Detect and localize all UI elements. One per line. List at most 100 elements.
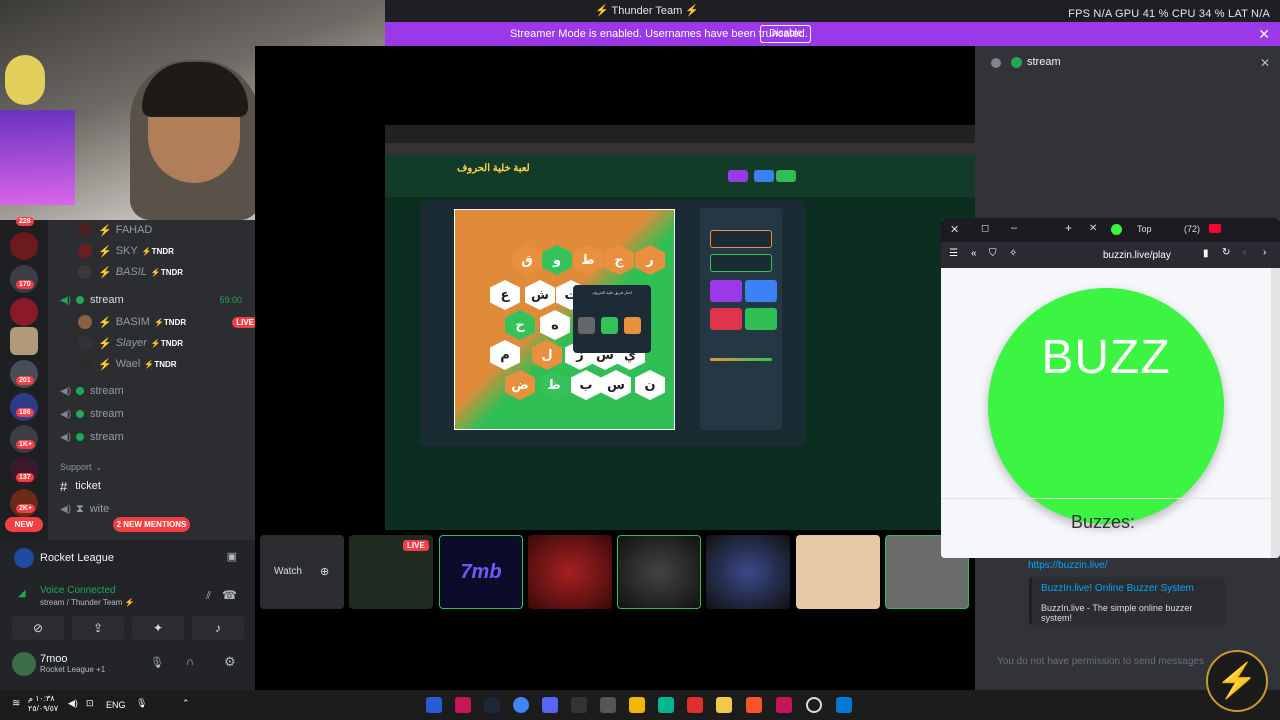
disconnect-icon[interactable]: ☎ [222,588,237,602]
hex-cell[interactable]: ح [505,310,535,340]
embed-title[interactable]: BuzzIn.live! Online Buzzer System [1041,583,1194,594]
shield-app-icon[interactable] [426,697,442,713]
server-icon[interactable] [10,232,38,260]
voice-channel-stream[interactable]: ◀) stream [60,427,250,447]
stream-thumbnail[interactable]: 7mb [439,535,523,609]
stream-thumbnail[interactable] [706,535,790,609]
voice-channel-wite[interactable]: ◀) ⧗ wite [60,499,250,519]
scrollbar[interactable] [1271,268,1280,558]
hex-cell[interactable]: ر [635,245,665,275]
screen-share-button[interactable]: ⇪ [72,616,124,640]
youtube-icon[interactable] [1209,224,1221,233]
menu-icon[interactable]: ☰ [949,248,958,259]
camera-off-button[interactable]: ⊘ [12,616,64,640]
watch-button[interactable]: Watch ⊕ [260,535,344,609]
start-icon[interactable] [836,697,852,713]
voice-member[interactable]: ⚡ SKY ⚡TNDR [78,241,268,261]
bookmark-icon[interactable]: ▮ [1203,248,1209,259]
tab-count[interactable]: (72) [1184,224,1200,234]
hex-cell[interactable]: ق [512,245,542,275]
search-icon[interactable] [806,697,822,713]
minimize-icon[interactable]: – [1011,222,1017,234]
hex-cell[interactable]: ج [604,245,634,275]
shield-icon[interactable]: ⛉ [989,248,997,259]
stream-thumbnail[interactable] [617,535,701,609]
brave-icon[interactable] [746,697,762,713]
control-button[interactable] [710,280,742,302]
tab-label[interactable]: Top [1137,224,1152,234]
pen-icon[interactable] [629,697,645,713]
hex-cell[interactable]: ب [571,370,601,400]
voice-connected-label[interactable]: Voice Connected [40,585,116,596]
voice-member[interactable]: ⚡ Slayer ⚡TNDR [78,333,268,353]
hex-cell[interactable]: و [542,245,572,275]
category-support[interactable]: Support ⌄ [60,457,250,477]
server-icon[interactable] [10,327,38,355]
app-icon[interactable] [776,697,792,713]
hex-cell[interactable]: س [601,370,631,400]
voice-member[interactable]: ⚡ BASIL ⚡TNDR [78,262,268,282]
text-channel-ticket[interactable]: # ticket [60,476,250,496]
app-icon[interactable] [658,697,674,713]
chevron-up-icon[interactable]: ⌃ [182,698,190,709]
microphone-icon[interactable]: 🎙︎ [136,698,147,709]
hex-cell[interactable]: ل [532,340,562,370]
file-explorer-icon[interactable] [716,697,732,713]
activities-button[interactable]: ✦ [132,616,184,640]
steam-icon[interactable] [484,697,500,713]
double-chevron-icon[interactable]: « [971,248,977,259]
headphones-icon[interactable]: ∩ [186,656,194,668]
close-tab-icon[interactable]: ✕ [1089,223,1097,234]
control-button[interactable] [745,308,777,330]
soundboard-button[interactable]: ♪ [192,616,244,640]
extension-icon[interactable]: ✧ [1009,248,1017,259]
voice-member[interactable]: ⚡ BASIM ⚡TNDR LIVE [78,312,268,332]
network-icon[interactable]: ⊡ [86,698,94,709]
reload-icon[interactable]: ↻ [1222,247,1230,258]
noise-suppression-icon[interactable]: ⫽ [206,590,211,603]
stream-thumbnail[interactable] [528,535,612,609]
buzzin-link[interactable]: https://buzzin.live/ [1028,560,1107,571]
stream-thumbnail[interactable] [796,535,880,609]
orange-team-button[interactable] [624,317,641,334]
close-icon[interactable] [578,317,595,334]
voice-member[interactable]: ⚡ Wael ⚡TNDR [78,354,268,374]
terminal-icon[interactable] [571,697,587,713]
gear-icon[interactable]: ⚙ [224,654,236,670]
chrome-icon[interactable] [513,697,529,713]
hex-cell[interactable]: م [490,340,520,370]
language-indicator[interactable]: ENG [106,700,126,710]
hex-cell[interactable]: ن [635,370,665,400]
close-icon[interactable]: ✕ [1258,26,1270,43]
back-icon[interactable]: ‹ [1243,247,1246,258]
close-icon[interactable]: ✕ [1260,56,1270,70]
voice-channel-stream[interactable]: ◀) stream 59:00 [60,290,250,310]
activity-icon[interactable]: ▣ [227,550,237,563]
nav-button[interactable] [776,170,796,182]
control-button[interactable] [745,280,777,302]
app-icon[interactable] [687,697,703,713]
new-tab-icon[interactable]: + [1065,221,1072,235]
notepad-icon[interactable] [600,697,616,713]
hex-cell[interactable]: ه [540,310,570,340]
maximize-icon[interactable]: ◻ [981,223,989,234]
voice-channel-stream[interactable]: ◀) stream [60,404,250,424]
server-icon[interactable] [10,298,38,326]
microphone-icon[interactable]: 🎙︎ [150,656,164,669]
voice-channel-stream[interactable]: ◀) stream [60,381,250,401]
new-badge[interactable]: NEW [5,517,43,532]
control-button[interactable] [710,308,742,330]
close-icon[interactable]: ✕ [950,223,959,236]
slider-bar[interactable] [710,358,772,361]
nav-button[interactable] [754,170,774,182]
hex-cell[interactable]: ع [490,280,520,310]
forward-icon[interactable]: › [1263,247,1266,258]
clock[interactable]: ١٠:٣٨ م ٢٥/٠٩/٥٧ [28,694,58,714]
nav-button[interactable] [728,170,748,182]
discord-icon[interactable] [542,697,558,713]
green-team-button[interactable] [601,317,618,334]
address-bar[interactable]: buzzin.live/play [1103,250,1171,261]
new-mentions-pill[interactable]: 2 NEW MENTIONS [113,517,190,532]
hex-cell[interactable]: ظ [539,370,569,400]
volume-icon[interactable]: ◀) [68,698,78,709]
